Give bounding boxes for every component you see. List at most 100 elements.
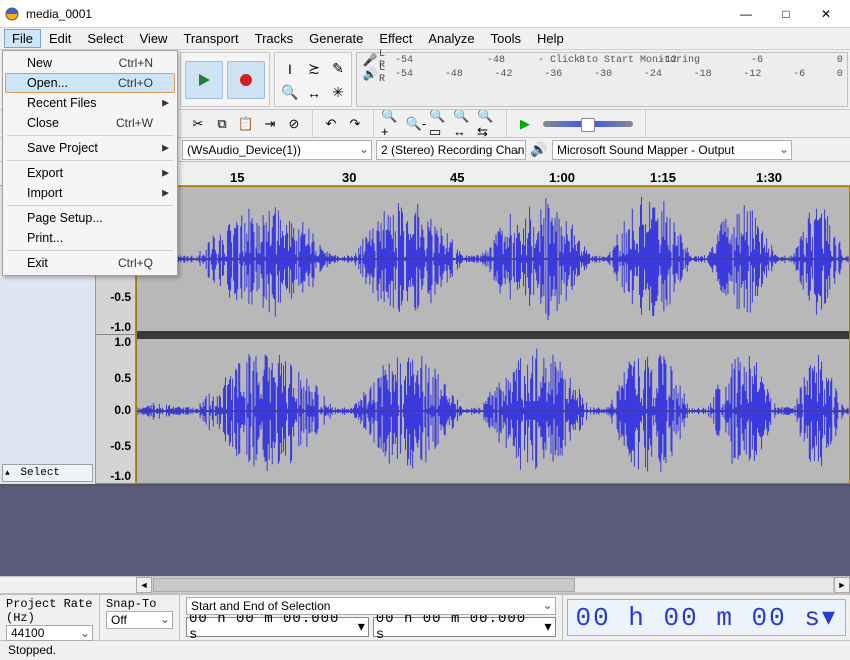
playback-speed-slider[interactable] [543,121,633,127]
menu-item-label: Exit [27,256,48,270]
menu-generate[interactable]: Generate [301,29,371,48]
scrollbar-thumb[interactable] [153,578,575,592]
speaker-icon: 🔊 [361,67,379,81]
amp-tick: -0.5 [110,439,131,453]
envelope-tool-icon[interactable]: ≿ [302,57,326,81]
selection-start-value: 00 h 00 m 00.000 s [189,611,358,643]
selection-start-time[interactable]: 00 h 00 m 00.000 s▾ [186,617,369,637]
file-menu-item[interactable]: ExitCtrl+Q [5,253,175,273]
output-speaker-icon: 🔊 [528,141,550,158]
file-menu-item[interactable]: CloseCtrl+W [5,113,175,133]
trim-icon[interactable]: ⇥ [259,113,281,135]
menu-item-label: Recent Files [27,96,96,110]
draw-tool-icon[interactable]: ✎ [326,57,350,81]
empty-track-area[interactable] [0,486,850,576]
window-minimize-button[interactable]: — [726,0,766,28]
meter-tick: -30 [594,69,612,80]
input-device-select[interactable]: (WsAudio_Device(1)) [182,140,372,160]
menu-item-label: Page Setup... [27,211,103,225]
playback-meter[interactable]: -54 -48 -42 -36 -30 -24 -18 -12 -6 0 [391,69,847,80]
menu-file[interactable]: File [4,29,41,48]
status-bar: Stopped. [0,640,850,660]
meter-tick: -54 [395,69,413,80]
menu-item-shortcut: Ctrl+N [119,56,153,70]
ruler-tick: 1:00 [549,170,575,185]
menu-select[interactable]: Select [79,29,131,48]
ruler-tick: 1:15 [650,170,676,185]
menu-tracks[interactable]: Tracks [247,29,302,48]
zoom-toggle-icon[interactable]: 🔍⇆ [477,113,499,135]
scroll-left-icon[interactable]: ◄ [136,577,152,593]
zoom-in-icon[interactable]: 🔍+ [381,113,403,135]
file-menu-item[interactable]: Recent Files▶ [5,93,175,113]
menu-item-label: Open... [27,76,68,90]
record-button[interactable] [227,61,265,99]
recording-meter[interactable]: -54 -48 - Click to Start Monitoring 8 -1… [391,55,847,66]
track-select-button[interactable]: Select [2,464,93,482]
audio-position-display[interactable]: 00 h 00 m 00 s▾ [567,599,847,636]
zoom-fit-icon[interactable]: 🔍↔ [453,113,475,135]
meter-left-label: LR [379,63,391,85]
file-menu-item[interactable]: Open... Ctrl+O [5,73,175,93]
waveform-channel-left[interactable] [137,187,849,339]
waveform-column[interactable] [136,186,850,484]
input-device-label: (WsAudio_Device(1)) [187,143,301,157]
menu-view[interactable]: View [132,29,176,48]
undo-toolbar: ↶ ↷ [313,110,374,137]
output-device-select[interactable]: Microsoft Sound Mapper - Output [552,140,792,160]
timeshift-tool-icon[interactable]: ↔ [302,81,326,105]
menu-item-label: Export [27,166,63,180]
menu-transport[interactable]: Transport [175,29,246,48]
copy-icon[interactable]: ⧉ [211,113,233,135]
silence-icon[interactable]: ⊘ [283,113,305,135]
selection-mode-select[interactable]: Start and End of Selection [186,597,556,615]
menu-item-shortcut: Ctrl+W [116,116,153,130]
file-menu-item[interactable]: Export▶ [5,163,175,183]
project-rate-select[interactable]: 44100 [6,625,93,641]
loop-play-icon[interactable]: ▶ [514,113,536,135]
selection-tool-icon[interactable]: I [278,57,302,81]
amp-tick: -1.0 [110,320,131,334]
edit-toolbar: ✂ ⧉ 📋 ⇥ ⊘ [180,110,313,137]
paste-icon[interactable]: 📋 [235,113,257,135]
menu-help[interactable]: Help [529,29,572,48]
horizontal-scrollbar[interactable]: ◄ ► [0,576,850,594]
window-title: media_0001 [26,7,726,21]
file-menu-item[interactable]: Import▶ [5,183,175,203]
app-logo-icon [4,6,20,22]
scrollbar-track[interactable] [152,577,834,593]
multi-tool-icon[interactable]: ✳ [326,81,350,105]
menu-edit[interactable]: Edit [41,29,79,48]
file-menu-item[interactable]: Save Project▶ [5,138,175,158]
play-button[interactable] [185,61,223,99]
menu-effect[interactable]: Effect [371,29,420,48]
file-menu-item[interactable]: Page Setup... [5,208,175,228]
menu-item-shortcut: Ctrl+O [118,76,153,90]
menu-tools[interactable]: Tools [483,29,529,48]
amp-tick: 0.0 [114,403,131,417]
window-maximize-button[interactable]: □ [766,0,806,28]
meter-click-hint[interactable]: - Click to Start Monitoring [391,55,847,66]
cut-icon[interactable]: ✂ [187,113,209,135]
scroll-right-icon[interactable]: ► [834,577,850,593]
file-menu-dropdown: NewCtrl+N Open... Ctrl+O Recent Files▶Close… [2,50,178,276]
selection-end-time[interactable]: 00 h 00 m 00.000 s▾ [373,617,556,637]
amp-tick: -0.5 [110,290,131,304]
zoom-toolbar: 🔍+ 🔍- 🔍▭ 🔍↔ 🔍⇆ [374,110,507,137]
file-menu-item[interactable]: Print... [5,228,175,248]
waveform-channel-right[interactable] [137,339,849,483]
window-close-button[interactable]: ✕ [806,0,846,28]
menu-analyze[interactable]: Analyze [420,29,482,48]
zoom-out-icon[interactable]: 🔍- [405,113,427,135]
selection-end-value: 00 h 00 m 00.000 s [376,611,545,643]
snap-to-value: Off [111,613,127,627]
zoom-tool-icon[interactable]: 🔍 [278,81,302,105]
file-menu-item[interactable]: NewCtrl+N [5,53,175,73]
recording-channels-select[interactable]: 2 (Stereo) Recording Chann [376,140,526,160]
amp-tick: 0.5 [114,371,131,385]
zoom-sel-icon[interactable]: 🔍▭ [429,113,451,135]
redo-icon[interactable]: ↷ [344,113,366,135]
snap-to-select[interactable]: Off [106,611,173,629]
undo-icon[interactable]: ↶ [320,113,342,135]
mic-icon: 🎤 [361,53,379,67]
